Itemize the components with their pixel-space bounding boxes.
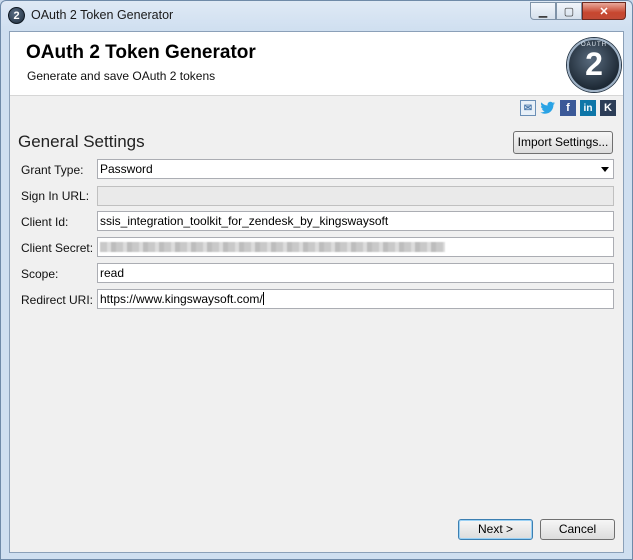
section-title: General Settings xyxy=(18,132,145,151)
page-subtitle: Generate and save OAuth 2 tokens xyxy=(27,69,216,83)
window-title: OAuth 2 Token Generator xyxy=(31,8,174,22)
twitter-bird-shape xyxy=(540,101,555,114)
chevron-down-icon xyxy=(601,167,609,172)
minimize-icon: ▁ xyxy=(538,5,548,18)
redirect-uri-value: https://www.kingswaysoft.com/ xyxy=(100,292,263,306)
facebook-icon[interactable]: f xyxy=(560,100,576,116)
client-id-field[interactable]: ssis_integration_toolkit_for_zendesk_by_… xyxy=(97,211,614,231)
text-caret xyxy=(262,292,264,305)
grant-type-label: Grant Type: xyxy=(21,163,84,177)
client-secret-field[interactable] xyxy=(97,237,614,257)
linkedin-icon[interactable]: in xyxy=(580,100,596,116)
client-secret-label: Client Secret: xyxy=(21,241,94,255)
close-button[interactable]: ✕ xyxy=(582,2,626,20)
title-bar[interactable]: 2 OAuth 2 Token Generator ▁ ▢ ✕ xyxy=(1,1,632,31)
scope-label: Scope: xyxy=(21,267,59,281)
client-id-label: Client Id: xyxy=(21,215,69,229)
maximize-icon: ▢ xyxy=(563,5,575,18)
redirect-uri-label: Redirect URI: xyxy=(21,293,94,307)
sign-in-url-label: Sign In URL: xyxy=(21,189,90,203)
kingswaysoft-icon[interactable]: K xyxy=(600,100,616,116)
sign-in-url-field xyxy=(97,186,614,206)
app-icon: 2 xyxy=(8,7,25,24)
oauth-logo-icon: OAUTH 2 xyxy=(567,38,621,92)
import-settings-button[interactable]: Import Settings... xyxy=(513,131,613,154)
dialog-content: OAuth 2 Token Generator Generate and sav… xyxy=(9,31,624,553)
redacted-secret xyxy=(100,242,445,252)
close-icon: ✕ xyxy=(599,5,609,18)
cancel-button[interactable]: Cancel xyxy=(540,519,615,540)
oauth-window: 2 OAuth 2 Token Generator ▁ ▢ ✕ OAuth 2 … xyxy=(0,0,633,560)
twitter-icon[interactable] xyxy=(540,100,556,116)
page-title: OAuth 2 Token Generator xyxy=(26,42,256,63)
grant-type-value: Password xyxy=(100,162,153,176)
scope-field[interactable]: read xyxy=(97,263,614,283)
social-links: ✉ f in K xyxy=(520,100,616,116)
next-button[interactable]: Next > xyxy=(458,519,533,540)
logo-number: 2 xyxy=(585,46,603,82)
header-banner: OAuth 2 Token Generator Generate and sav… xyxy=(10,32,623,96)
maximize-button[interactable]: ▢ xyxy=(556,2,582,20)
email-icon[interactable]: ✉ xyxy=(520,100,536,116)
grant-type-select[interactable]: Password xyxy=(97,159,614,179)
caption-buttons: ▁ ▢ ✕ xyxy=(530,2,626,21)
minimize-button[interactable]: ▁ xyxy=(530,2,556,20)
redirect-uri-field[interactable]: https://www.kingswaysoft.com/ xyxy=(97,289,614,309)
